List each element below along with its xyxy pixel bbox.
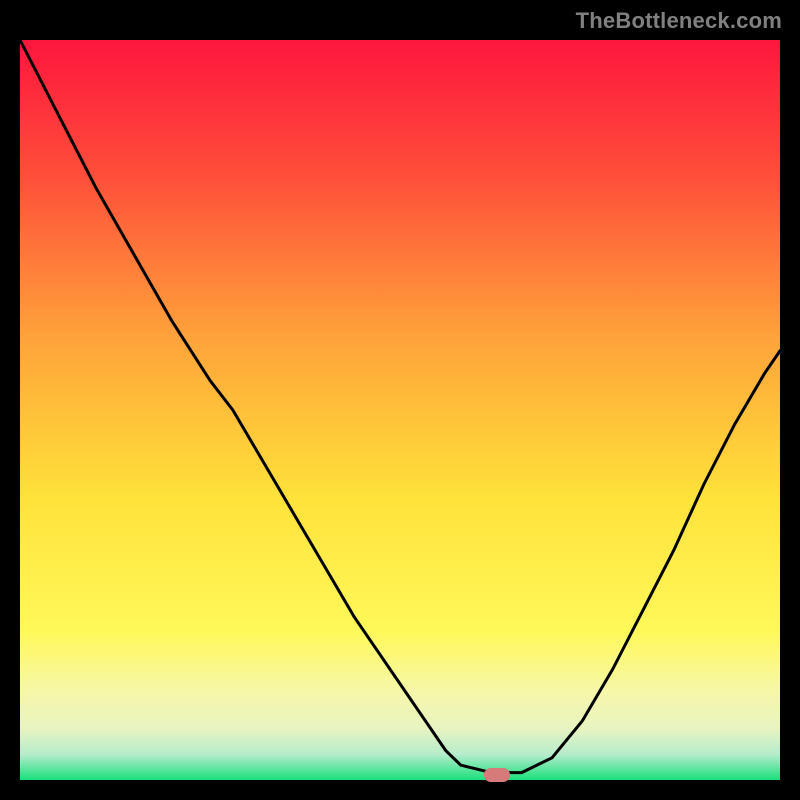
plot-area: [20, 40, 780, 780]
chart-frame: TheBottleneck.com: [0, 0, 800, 800]
bottleneck-curve: [20, 40, 780, 780]
watermark-text: TheBottleneck.com: [576, 8, 782, 34]
optimum-marker: [484, 768, 510, 782]
